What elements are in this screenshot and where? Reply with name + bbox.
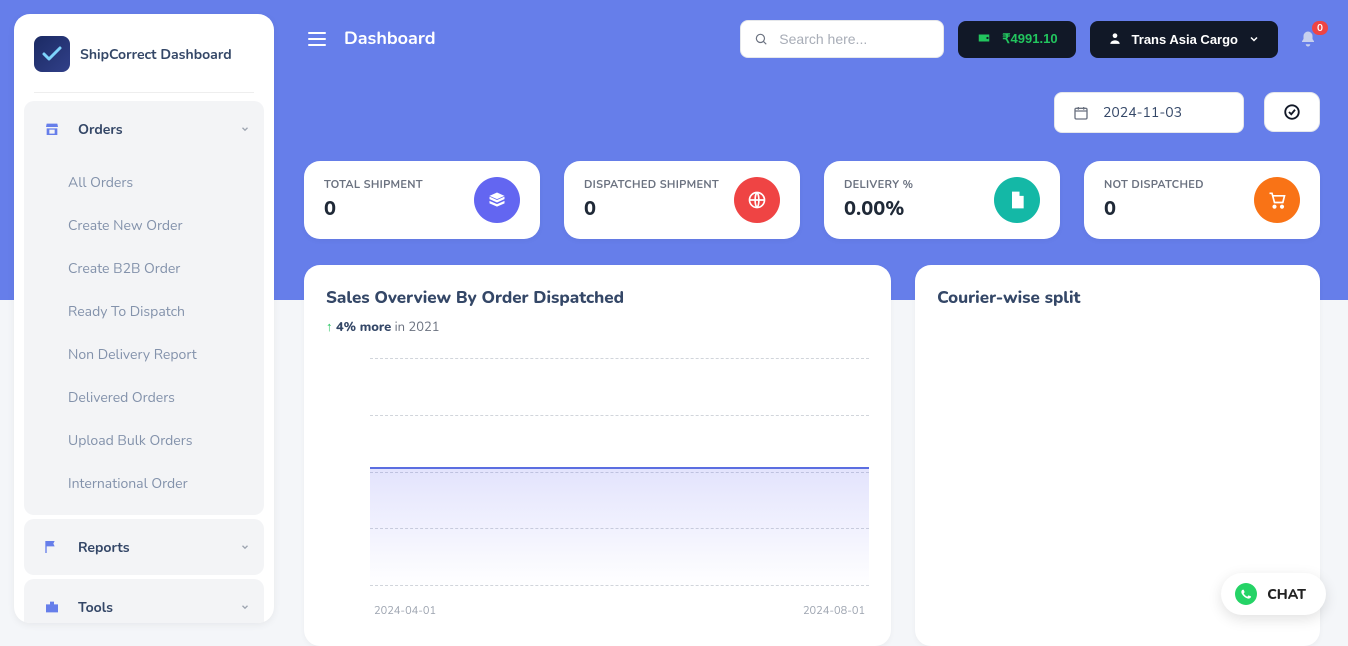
menu-toggle-icon[interactable] [304, 28, 330, 50]
shop-icon [38, 115, 66, 143]
nav-group-head-reports[interactable]: Reports [24, 519, 264, 575]
content-row: Sales Overview By Order Dispatched ↑ 4% … [304, 265, 1320, 646]
search-input[interactable] [740, 20, 944, 58]
search-wrap [740, 20, 944, 58]
flag-icon [38, 533, 66, 561]
whatsapp-icon [1235, 583, 1257, 605]
topbar: Dashboard ₹4991.10 Trans Asia Cargo 0 [304, 20, 1320, 58]
sidebar-item-ready-to-dispatch[interactable]: Ready To Dispatch [24, 290, 264, 333]
check-circle-icon [1283, 103, 1301, 121]
app-name: ShipCorrect Dashboard [80, 45, 232, 64]
sales-chart: 2024-04-01 2024-08-01 [326, 358, 869, 618]
stat-card-total-shipment: TOTAL SHIPMENT 0 [304, 161, 540, 239]
layers-icon [474, 177, 520, 223]
x-tick-end: 2024-08-01 [803, 603, 865, 618]
filter-row: 2024-11-03 [304, 92, 1320, 133]
nav-label-tools: Tools [78, 598, 228, 617]
sales-card-title: Sales Overview By Order Dispatched [326, 287, 869, 310]
nav-sub-orders: All Orders Create New Order Create B2B O… [24, 157, 264, 515]
app-logo-icon [34, 36, 70, 72]
nav-group-orders: Orders All Orders Create New Order Creat… [24, 101, 264, 515]
sales-delta: ↑ 4% more in 2021 [326, 318, 869, 336]
wallet-icon [976, 31, 992, 48]
nav-group-tools: Tools [24, 579, 264, 623]
chat-label: CHAT [1267, 585, 1306, 604]
sidebar-item-all-orders[interactable]: All Orders [24, 161, 264, 204]
sidebar-scroll[interactable]: ShipCorrect Dashboard Orders All Orders … [14, 14, 274, 623]
chart-fill [370, 469, 869, 587]
stat-title: DISPATCHED SHIPMENT [584, 177, 719, 192]
apply-filter-button[interactable] [1264, 92, 1320, 132]
chevron-down-icon [240, 602, 250, 612]
x-tick-start: 2024-04-01 [374, 603, 436, 618]
page-title: Dashboard [344, 27, 436, 51]
stat-value: 0 [1104, 196, 1204, 223]
notifications-button[interactable]: 0 [1296, 27, 1320, 51]
date-value: 2024-11-03 [1103, 103, 1182, 122]
stat-card-delivery-pct: DELIVERY % 0.00% [824, 161, 1060, 239]
cart-icon [1254, 177, 1300, 223]
user-icon [1108, 31, 1122, 48]
chevron-down-icon [240, 124, 250, 134]
stat-value: 0.00% [844, 196, 913, 223]
sidebar-item-create-b2b-order[interactable]: Create B2B Order [24, 247, 264, 290]
globe-icon [734, 177, 780, 223]
main-content: Dashboard ₹4991.10 Trans Asia Cargo 0 [290, 0, 1348, 637]
sales-overview-card: Sales Overview By Order Dispatched ↑ 4% … [304, 265, 891, 646]
chat-button[interactable]: CHAT [1221, 573, 1326, 615]
sidebar-item-non-delivery-report[interactable]: Non Delivery Report [24, 333, 264, 376]
chevron-down-icon [1248, 33, 1260, 45]
sales-delta-pct: 4% more [336, 318, 391, 336]
company-name: Trans Asia Cargo [1132, 32, 1238, 47]
stat-title: DELIVERY % [844, 177, 913, 192]
nav-group-head-tools[interactable]: Tools [24, 579, 264, 623]
nav-label-orders: Orders [78, 120, 228, 139]
stats-row: TOTAL SHIPMENT 0 DISPATCHED SHIPMENT 0 D… [304, 161, 1320, 239]
nav-group-reports: Reports [24, 519, 264, 575]
stat-value: 0 [584, 196, 719, 223]
nav-group-head-orders[interactable]: Orders [24, 101, 264, 157]
stat-title: NOT DISPATCHED [1104, 177, 1204, 192]
stat-title: TOTAL SHIPMENT [324, 177, 423, 192]
sidebar-item-create-new-order[interactable]: Create New Order [24, 204, 264, 247]
date-picker[interactable]: 2024-11-03 [1054, 92, 1244, 133]
document-icon [994, 177, 1040, 223]
company-dropdown[interactable]: Trans Asia Cargo [1090, 21, 1278, 58]
stat-card-not-dispatched: NOT DISPATCHED 0 [1084, 161, 1320, 239]
chevron-down-icon [240, 542, 250, 552]
logo-row[interactable]: ShipCorrect Dashboard [14, 14, 274, 84]
sidebar: ShipCorrect Dashboard Orders All Orders … [14, 14, 274, 623]
sidebar-item-international-order[interactable]: International Order [24, 462, 264, 505]
wallet-button[interactable]: ₹4991.10 [958, 21, 1075, 58]
stat-card-dispatched-shipment: DISPATCHED SHIPMENT 0 [564, 161, 800, 239]
courier-card-title: Courier-wise split [937, 287, 1298, 310]
chart-series-area [370, 467, 869, 587]
sidebar-item-upload-bulk-orders[interactable]: Upload Bulk Orders [24, 419, 264, 462]
stat-value: 0 [324, 196, 423, 223]
chart-x-labels: 2024-04-01 2024-08-01 [370, 603, 869, 618]
notifications-badge: 0 [1312, 21, 1328, 35]
sidebar-item-delivered-orders[interactable]: Delivered Orders [24, 376, 264, 419]
sales-delta-suffix: in 2021 [391, 318, 439, 336]
search-icon [754, 32, 768, 46]
toolbox-icon [38, 593, 66, 621]
wallet-amount: ₹4991.10 [1002, 31, 1057, 47]
calendar-icon [1073, 105, 1089, 121]
nav-label-reports: Reports [78, 538, 228, 557]
sidebar-divider [34, 92, 254, 93]
arrow-up-icon: ↑ [326, 318, 333, 336]
